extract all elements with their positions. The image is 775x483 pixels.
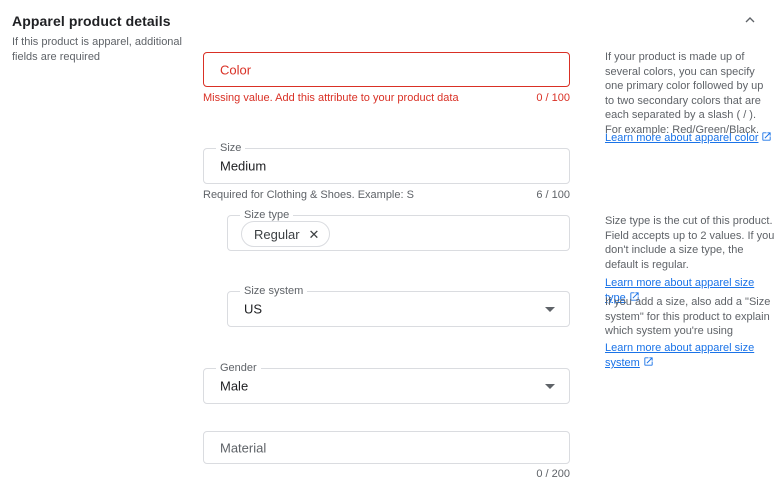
material-field-label: Material: [220, 440, 266, 455]
gender-select[interactable]: Gender Male: [203, 368, 570, 404]
size-type-field[interactable]: Size type Regular ✕: [227, 215, 570, 251]
size-type-chip: Regular ✕: [241, 221, 330, 247]
color-help-link-text: Learn more about apparel color: [605, 132, 758, 144]
size-type-chip-label: Regular: [254, 227, 300, 242]
collapse-section-button[interactable]: [736, 6, 764, 34]
size-system-help-link-text: Learn more about apparel size system: [605, 342, 754, 369]
external-link-icon: [643, 356, 654, 367]
size-helper-row: Required for Clothing & Shoes. Example: …: [203, 189, 570, 202]
color-error-text: Missing value. Add this attribute to you…: [203, 92, 459, 105]
size-system-value: US: [244, 302, 262, 317]
size-type-help-text: Size type is the cut of this product. Fi…: [605, 214, 775, 272]
section-title: Apparel product details: [12, 13, 171, 29]
color-field-label: Color: [220, 62, 251, 77]
size-system-help-link[interactable]: Learn more about apparel size system: [605, 341, 775, 371]
color-help-text: If your product is made up of several co…: [605, 50, 775, 137]
size-field-label: Size: [216, 142, 245, 155]
size-system-label: Size system: [240, 285, 307, 298]
external-link-icon: [761, 131, 772, 142]
color-field[interactable]: Color: [203, 52, 570, 87]
dropdown-arrow-icon: [545, 384, 555, 389]
dropdown-arrow-icon: [545, 307, 555, 312]
chevron-up-icon: [742, 12, 758, 28]
size-field[interactable]: Size Medium: [203, 148, 570, 184]
size-system-help-text: If you add a size, also add a "Size syst…: [605, 295, 775, 339]
material-helper-row: 0 / 200: [203, 468, 570, 481]
color-help-link[interactable]: Learn more about apparel color: [605, 131, 775, 146]
chip-remove-icon[interactable]: ✕: [309, 228, 320, 241]
gender-label: Gender: [216, 362, 261, 375]
size-field-value: Medium: [220, 159, 266, 174]
size-system-select[interactable]: Size system US: [227, 291, 570, 327]
color-helper-row: Missing value. Add this attribute to you…: [203, 92, 570, 105]
apparel-product-details-section: Apparel product details If this product …: [0, 0, 775, 483]
material-char-counter: 0 / 200: [536, 468, 570, 481]
size-helper-text: Required for Clothing & Shoes. Example: …: [203, 189, 414, 202]
section-subtitle: If this product is apparel, additional f…: [12, 35, 204, 64]
size-char-counter: 6 / 100: [536, 189, 570, 202]
material-field[interactable]: Material: [203, 431, 570, 464]
color-char-counter: 0 / 100: [536, 92, 570, 105]
gender-value: Male: [220, 379, 248, 394]
